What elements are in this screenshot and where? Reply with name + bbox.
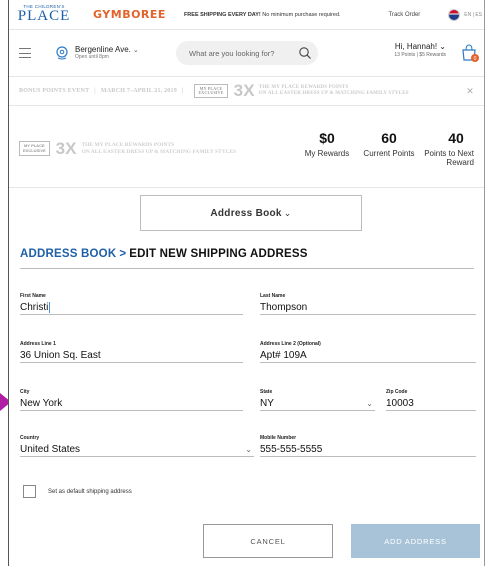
store-selector[interactable]: Bergenline Ave. ⌄ Open until 8pm [75, 45, 139, 61]
address-book-dropdown[interactable]: Address Book ⌄ [140, 195, 362, 231]
rewards-summary: MY PLACE EXCLUSIVE 3X THE MY PLACE REWARD… [9, 110, 484, 188]
my-rewards-stat: $0 My Rewards [296, 130, 358, 167]
next-reward-value: 40 [448, 129, 464, 146]
my-rewards-label: My Rewards [304, 148, 350, 158]
current-points-label: Current Points [363, 148, 415, 158]
language-selector[interactable]: EN | ES [464, 12, 482, 18]
page-title: ADDRESS BOOK > EDIT NEW SHIPPING ADDRESS [20, 248, 308, 260]
mobile-number-input[interactable]: 555-555-5555 [260, 443, 476, 457]
text-cursor [49, 301, 51, 313]
store-name: Bergenline Ave. [75, 45, 131, 55]
rewards-stats: $0 My Rewards 60 Current Points 40 Point… [296, 130, 474, 167]
country-select[interactable]: United States ⌄ [20, 443, 254, 457]
my-place-exclusive-badge: MY PLACE EXCLUSIVE [194, 83, 228, 99]
shipping-rest-text: No minimum purchase required. [262, 11, 341, 18]
country-label: Country [20, 435, 40, 441]
shipping-bold-text: FREE SHIPPING EVERY DAY! [183, 11, 261, 18]
location-pin-icon[interactable] [55, 46, 69, 60]
account-menu[interactable]: Hi, Hannah! ⌄ 13 Points | $5 Rewards [394, 42, 446, 58]
address-line-1-label: Address Line 1 [20, 341, 56, 347]
rewards-promo-description: THE MY PLACE REWARDS POINTS ON ALL EASTER… [81, 141, 237, 155]
current-points-value: 60 [381, 129, 397, 146]
chevron-down-icon: ⌄ [245, 445, 252, 454]
next-reward-stat: 40 Points to Next Reward [424, 130, 474, 167]
default-address-option: Set as default shipping address [23, 485, 132, 498]
country-value: United States [20, 444, 81, 455]
main-nav: Bergenline Ave. ⌄ Open until 8pm What are… [9, 30, 484, 76]
promo-description: THE MY PLACE REWARDS POINTS ON ALL EASTER… [258, 85, 409, 96]
city-label: City [20, 389, 30, 395]
search-icon[interactable] [298, 46, 312, 60]
cancel-button[interactable]: CANCEL [203, 524, 333, 558]
next-reward-label: Points to Next Reward [424, 148, 474, 167]
shopping-bag-icon[interactable]: 0 [460, 43, 479, 62]
promo-dates: MARCH 7–APRIL 21, 2019 [100, 88, 177, 94]
state-field: State NY ⌄ [260, 389, 375, 411]
rewards-multiplier: 3X [55, 138, 77, 158]
logo-place-text: PLACE [17, 8, 71, 25]
app-frame: THE CHILDREN'S PLACE GYMBOREE FREE SHIPP… [8, 0, 485, 566]
last-name-field: Last Name Thompson [260, 293, 476, 315]
current-points-stat: 60 Current Points [358, 130, 420, 167]
my-rewards-value: $0 [319, 129, 335, 146]
mobile-number-label: Mobile Number [260, 435, 297, 441]
chevron-down-icon: ⌄ [439, 42, 446, 51]
zip-code-label: Zip Code [386, 389, 408, 395]
address-line-1-field: Address Line 1 36 Union Sq. East [20, 341, 243, 363]
add-address-button[interactable]: ADD ADDRESS [351, 524, 480, 558]
breadcrumb-separator: > [119, 248, 127, 260]
address-line-2-input[interactable]: Apt# 109A [260, 349, 476, 363]
address-line-2-label: Address Line 2 (Optional) [260, 341, 321, 347]
promo-multiplier: 3X [233, 81, 255, 100]
rewards-promo: MY PLACE EXCLUSIVE 3X THE MY PLACE REWARD… [19, 139, 236, 159]
my-place-exclusive-badge: MY PLACE EXCLUSIVE [19, 141, 50, 156]
last-name-input[interactable]: Thompson [260, 301, 476, 315]
state-select[interactable]: NY ⌄ [260, 397, 375, 411]
state-label: State [260, 389, 273, 395]
promo-event-name: BONUS POINTS EVENT [19, 88, 90, 94]
last-name-label: Last Name [260, 293, 286, 299]
address-line-1-input[interactable]: 36 Union Sq. East [20, 349, 243, 363]
gymboree-logo[interactable]: GYMBOREE [93, 8, 166, 21]
us-flag-icon[interactable] [448, 8, 461, 21]
title-divider [20, 268, 474, 269]
mobile-number-field: Mobile Number 555-555-5555 [260, 435, 476, 457]
breadcrumb-address-book-link[interactable]: ADDRESS BOOK [20, 248, 116, 260]
childrens-place-logo[interactable]: THE CHILDREN'S PLACE [17, 4, 71, 25]
user-greeting: Hi, Hannah! [394, 42, 438, 51]
state-value: NY [260, 398, 274, 409]
zip-code-field: Zip Code 10003 [386, 389, 476, 411]
hamburger-menu-icon[interactable] [19, 48, 31, 58]
store-hours: Open until 8pm [75, 54, 109, 61]
first-name-label: First Name [20, 293, 46, 299]
chevron-down-icon: ⌄ [132, 47, 139, 55]
default-address-checkbox[interactable] [23, 485, 36, 498]
first-name-value: Christi [20, 302, 49, 313]
shipping-banner: FREE SHIPPING EVERY DAY! No minimum purc… [184, 12, 341, 18]
chevron-down-icon: ⌄ [283, 207, 292, 218]
default-address-label[interactable]: Set as default shipping address [48, 489, 132, 495]
chevron-down-icon: ⌄ [366, 399, 373, 408]
city-field: City New York [20, 389, 243, 411]
address-line-2-field: Address Line 2 (Optional) Apt# 109A [260, 341, 476, 363]
points-summary: 13 Points | $5 Rewards [394, 51, 446, 58]
breadcrumb-current: EDIT NEW SHIPPING ADDRESS [129, 248, 308, 260]
zip-code-input[interactable]: 10003 [386, 397, 476, 411]
first-name-input[interactable]: Christi [20, 301, 243, 315]
country-field: Country United States ⌄ [20, 435, 254, 457]
address-book-dropdown-label: Address Book [210, 207, 282, 219]
search-placeholder: What are you looking for? [189, 48, 275, 58]
search-input[interactable]: What are you looking for? [176, 41, 318, 65]
city-input[interactable]: New York [20, 397, 243, 411]
first-name-field: First Name Christi [20, 293, 243, 315]
bag-count-badge: 0 [474, 56, 477, 62]
utility-bar: THE CHILDREN'S PLACE GYMBOREE FREE SHIPP… [9, 0, 484, 30]
promo-banner[interactable]: BONUS POINTS EVENT | MARCH 7–APRIL 21, 2… [9, 76, 484, 106]
track-order-link[interactable]: Track Order [389, 12, 421, 18]
close-icon[interactable]: ✕ [466, 86, 474, 97]
